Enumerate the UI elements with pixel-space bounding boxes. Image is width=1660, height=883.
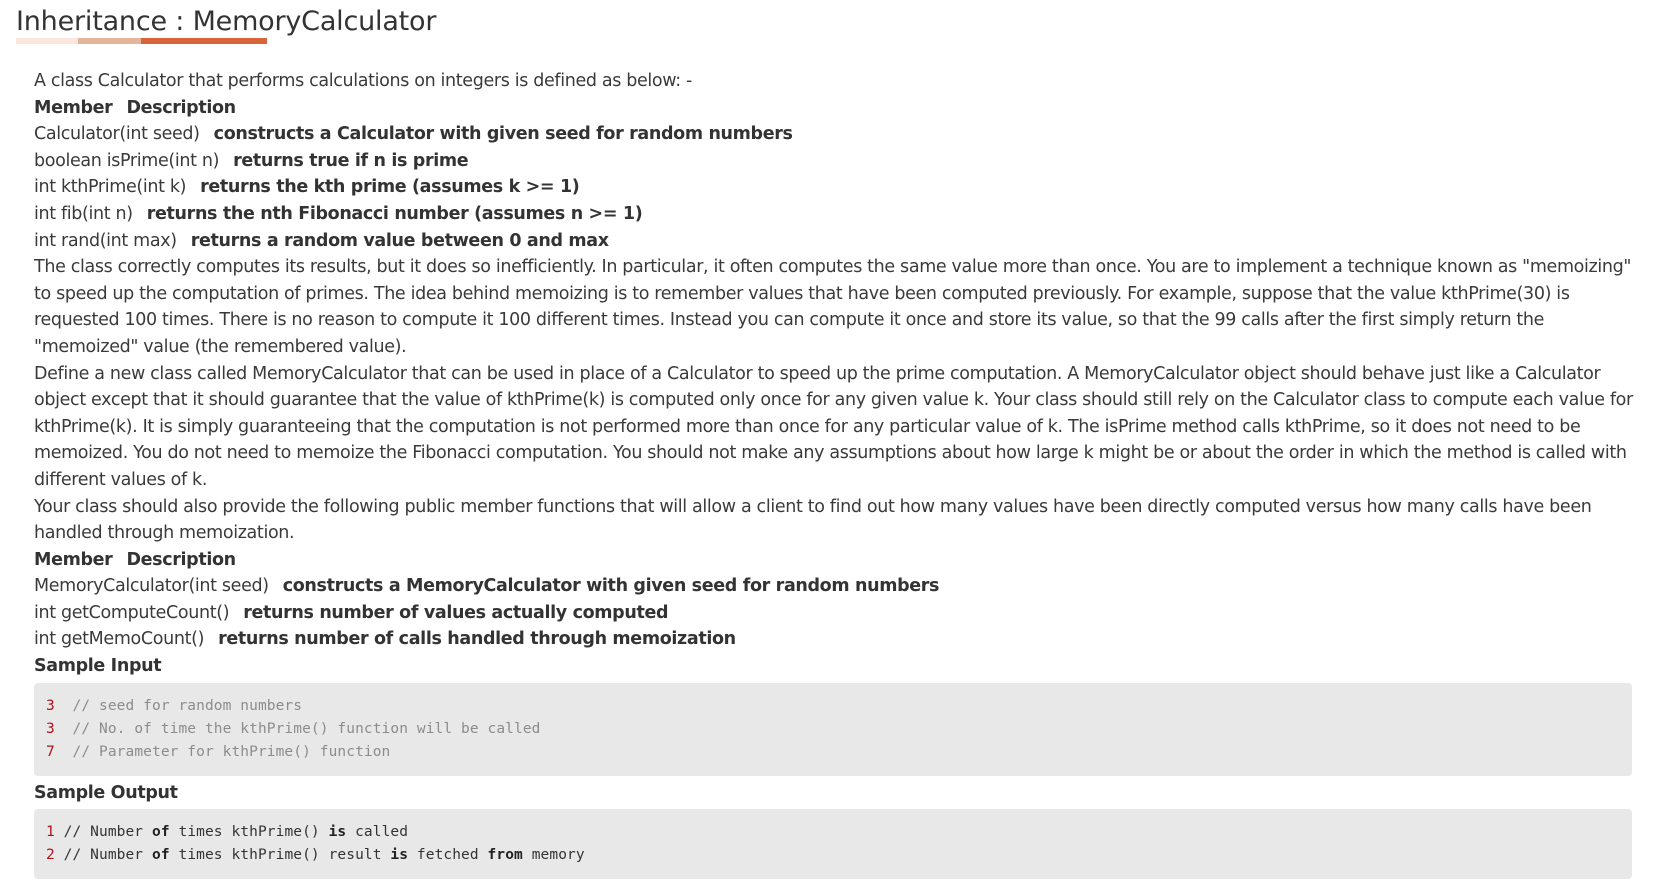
table2-description: constructs a MemoryCalculator with given… <box>282 576 940 597</box>
output-keyword: is <box>328 824 347 841</box>
input-value: 3 <box>46 697 55 714</box>
input-value: 3 <box>46 720 55 737</box>
sample-output-code[interactable]: 1 // Number of times kthPrime() is calle… <box>34 809 1632 880</box>
table1-description: returns the nth Fibonacci number (assume… <box>146 203 643 224</box>
paragraph-public-members: Your class should also provide the follo… <box>34 496 1592 544</box>
output-text: // Number <box>54 847 152 864</box>
output-text: memory <box>522 847 585 864</box>
table1-member: int rand(int max) <box>34 230 177 251</box>
paragraph-efficiency: The class correctly computes its results… <box>34 257 1632 357</box>
code-line: 7 // Parameter for kthPrime() function <box>46 741 1632 764</box>
table2-row: int getComputeCount() returns number of v… <box>34 600 1634 627</box>
output-value: 1 <box>46 824 55 841</box>
output-text: fetched <box>408 847 488 864</box>
table1-description: returns the kth prime (assumes k >= 1) <box>200 177 580 198</box>
table2-header-description: Description <box>126 549 236 570</box>
output-value: 2 <box>46 847 55 864</box>
title-underline <box>16 38 267 44</box>
output-text: times kthPrime() result <box>169 847 391 864</box>
table2-header-member: Member <box>34 549 113 570</box>
table1-row: boolean isPrime(int n) returns true if n … <box>34 148 1634 175</box>
table1-row: int kthPrime(int k) returns the kth prime… <box>34 174 1634 201</box>
table1-row: int fib(int n) returns the nth Fibonacci … <box>34 201 1634 228</box>
table2-row: MemoryCalculator(int seed) constructs a M… <box>34 573 1634 600</box>
table1-description: returns true if n is prime <box>233 150 469 171</box>
table1-header: Member Description <box>34 95 1634 122</box>
table1-row: int rand(int max) returns a random value … <box>34 228 1634 255</box>
table1-header-member: Member <box>34 97 113 118</box>
table2-member: int getMemoCount() <box>34 629 205 650</box>
underline-segment-accent <box>141 38 267 44</box>
input-comment: // No. of time the kthPrime() function w… <box>72 720 541 737</box>
sample-input-code[interactable]: 3 // seed for random numbers 3 // No. of… <box>34 682 1632 776</box>
table2-row: int getMemoCount() returns number of call… <box>34 626 1634 653</box>
input-comment: // seed for random numbers <box>72 697 303 714</box>
paragraph-definition: Define a new class called MemoryCalculat… <box>34 363 1633 490</box>
output-text: called <box>346 824 409 841</box>
table2-header: Member Description <box>34 547 1634 574</box>
table2-description: returns number of calls handled through … <box>218 629 736 650</box>
input-comment: // Parameter for kthPrime() function <box>72 743 391 760</box>
table1-header-description: Description <box>126 97 236 118</box>
table2-description: returns number of values actually comput… <box>243 602 669 623</box>
code-line: 2 // Number of times kthPrime() result i… <box>46 844 1632 867</box>
table1-member: Calculator(int seed) <box>34 124 200 145</box>
table1-description: constructs a Calculator with given seed … <box>213 124 793 145</box>
table1-row: Calculator(int seed) constructs a Calcula… <box>34 121 1634 148</box>
input-value: 7 <box>46 743 55 760</box>
code-line: 3 // seed for random numbers <box>46 695 1632 718</box>
page-title: Inheritance : MemoryCalculator <box>16 6 437 37</box>
output-text: times kthPrime() <box>169 824 329 841</box>
problem-statement: A class Calculator that performs calcula… <box>34 68 1634 883</box>
output-keyword: of <box>151 847 170 864</box>
table1-member: int fib(int n) <box>34 203 133 224</box>
sample-output-heading: Sample Output <box>34 782 178 803</box>
code-line: 3 // No. of time the kthPrime() function… <box>46 718 1632 741</box>
table2-member: int getComputeCount() <box>34 602 230 623</box>
code-line: 1 // Number of times kthPrime() is calle… <box>46 821 1632 844</box>
output-keyword: is <box>390 847 409 864</box>
table2-member: MemoryCalculator(int seed) <box>34 576 269 597</box>
table1-member: int kthPrime(int k) <box>34 177 187 198</box>
table1-description: returns a random value between 0 and max <box>190 230 609 251</box>
underline-segment-mid <box>78 38 141 44</box>
underline-segment-light <box>16 38 78 44</box>
output-keyword: of <box>151 824 170 841</box>
intro-text: A class Calculator that performs calcula… <box>34 71 692 91</box>
output-text: // Number <box>54 824 152 841</box>
table1-member: boolean isPrime(int n) <box>34 150 220 171</box>
sample-input-heading: Sample Input <box>34 656 162 677</box>
output-keyword: from <box>487 847 523 864</box>
